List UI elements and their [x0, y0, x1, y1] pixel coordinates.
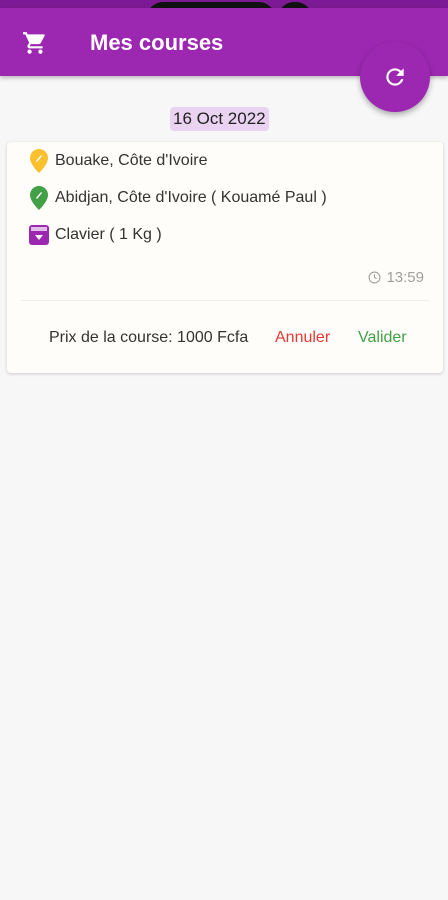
date-chip: 16 Oct 2022	[170, 107, 269, 131]
app-screen: Mes courses 16 Oct 2022 Bouake, Côte d'I…	[0, 0, 448, 900]
destination-label: Abidjan, Côte d'Ivoire ( Kouamé Paul )	[55, 189, 327, 206]
validate-button[interactable]: Valider	[358, 329, 407, 347]
origin-label: Bouake, Côte d'Ivoire	[55, 152, 208, 169]
time-label: 13:59	[386, 269, 424, 286]
cart-icon[interactable]	[22, 30, 48, 56]
price-label: Prix de la course: 1000 Fcfa	[49, 329, 249, 346]
course-card[interactable]: Bouake, Côte d'Ivoire Abidjan, Côte d'Iv…	[7, 142, 443, 373]
cancel-button[interactable]: Annuler	[275, 329, 330, 347]
refresh-icon	[386, 68, 404, 86]
card-divider	[21, 300, 429, 301]
page-title: Mes courses	[90, 30, 224, 55]
package-box-icon	[29, 223, 49, 247]
origin-row: Bouake, Côte d'Ivoire	[29, 149, 207, 173]
destination-row: Abidjan, Côte d'Ivoire ( Kouamé Paul )	[29, 186, 327, 210]
package-label: Clavier ( 1 Kg )	[55, 226, 162, 243]
course-time: 13:59	[368, 269, 424, 286]
origin-pin-icon	[29, 149, 49, 173]
package-row: Clavier ( 1 Kg )	[29, 223, 162, 247]
clock-icon	[368, 271, 381, 284]
refresh-button[interactable]	[360, 42, 430, 112]
destination-pin-icon	[29, 186, 49, 210]
